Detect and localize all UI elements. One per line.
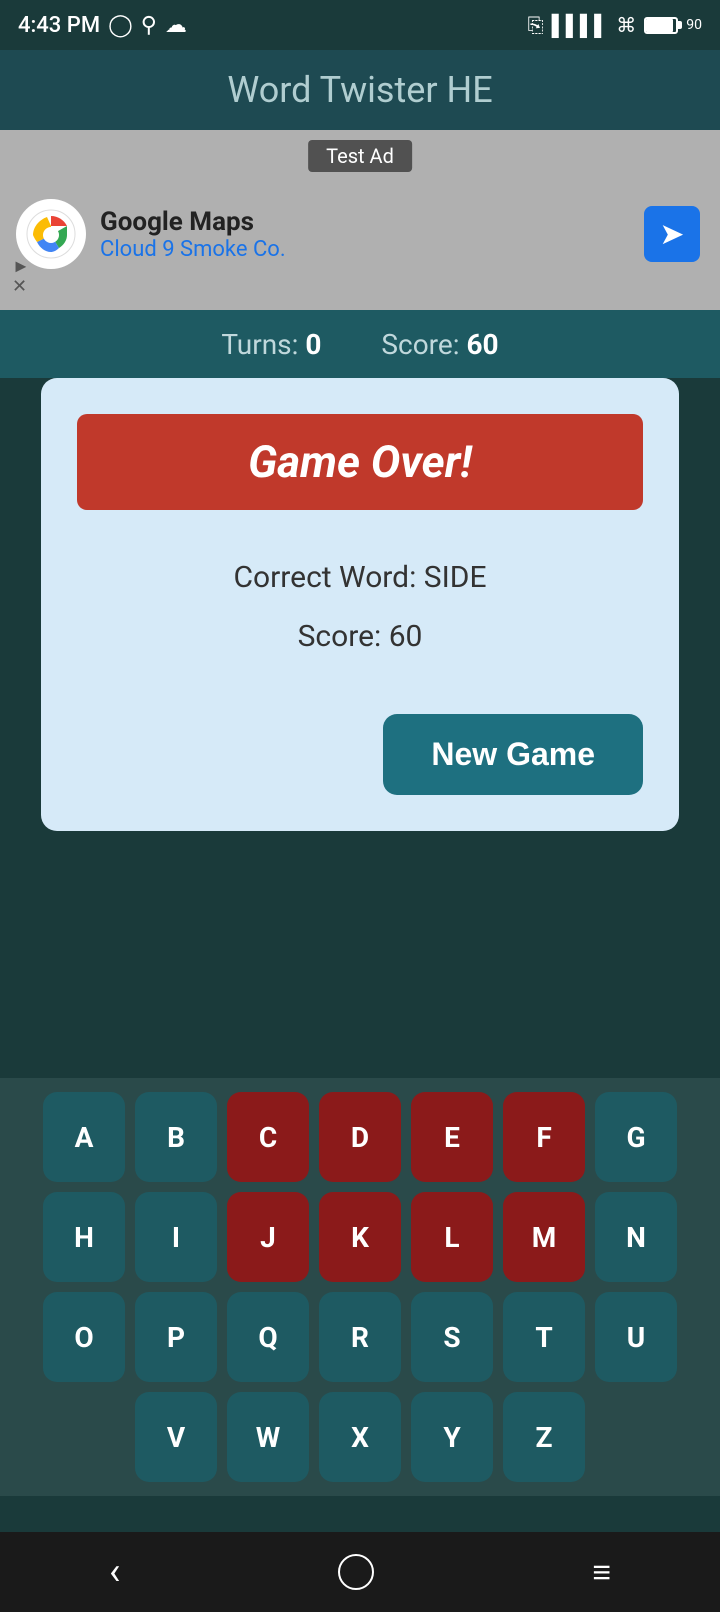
battery-icon	[644, 17, 678, 34]
key-l[interactable]: L	[411, 1192, 493, 1282]
whatsapp-icon: ◯	[108, 13, 133, 38]
modal-overlay: Game Over! Correct Word: SIDE Score: 60 …	[0, 378, 720, 1068]
key-k[interactable]: K	[319, 1192, 401, 1282]
score-display: Score: 60	[381, 328, 498, 361]
keyboard-row: HIJKLMN	[10, 1192, 710, 1282]
key-q[interactable]: Q	[227, 1292, 309, 1382]
usb-icon: ⚲	[141, 13, 157, 38]
keyboard-area: ABCDEFG HIJKLMN OPQRSTU VWXYZ	[0, 1078, 720, 1496]
game-over-banner: Game Over!	[77, 414, 643, 510]
key-m[interactable]: M	[503, 1192, 585, 1282]
key-d[interactable]: D	[319, 1092, 401, 1182]
back-button[interactable]: ‹	[109, 1550, 120, 1594]
signal-icon: ▌▌▌▌	[552, 13, 609, 38]
vibrate-icon: ⎘	[528, 13, 544, 37]
correct-word-display: Correct Word: SIDE	[233, 560, 486, 595]
ad-sub-text: Cloud 9 Smoke Co.	[100, 237, 286, 262]
keyboard-row: ABCDEFG	[10, 1092, 710, 1182]
key-x[interactable]: X	[319, 1392, 401, 1482]
key-r[interactable]: R	[319, 1292, 401, 1382]
ad-controls: ► ✕	[12, 258, 30, 296]
key-z[interactable]: Z	[503, 1392, 585, 1482]
key-y[interactable]: Y	[411, 1392, 493, 1482]
new-game-button[interactable]: New Game	[383, 714, 643, 795]
key-w[interactable]: W	[227, 1392, 309, 1482]
ad-close-icon[interactable]: ✕	[12, 278, 30, 296]
menu-button[interactable]: ≡	[592, 1553, 611, 1591]
game-over-modal: Game Over! Correct Word: SIDE Score: 60 …	[41, 378, 679, 831]
key-b[interactable]: B	[135, 1092, 217, 1182]
ad-navigate-icon[interactable]: ➤	[644, 206, 700, 262]
turns-display: Turns: 0	[221, 328, 321, 361]
battery-level: 90	[686, 17, 702, 33]
key-v[interactable]: V	[135, 1392, 217, 1482]
bottom-navigation: ‹ ≡	[0, 1532, 720, 1612]
key-t[interactable]: T	[503, 1292, 585, 1382]
final-score-display: Score: 60	[298, 619, 423, 654]
ad-banner[interactable]: Test Ad Google Maps Cloud 9 Smoke Co. ➤ …	[0, 130, 720, 310]
app-header: Word Twister HE	[0, 50, 720, 130]
key-o[interactable]: O	[43, 1292, 125, 1382]
keyboard-row: VWXYZ	[10, 1392, 710, 1482]
key-n[interactable]: N	[595, 1192, 677, 1282]
key-c[interactable]: C	[227, 1092, 309, 1182]
score-bar: Turns: 0 Score: 60	[0, 310, 720, 378]
key-i[interactable]: I	[135, 1192, 217, 1282]
wifi-icon: ⌘	[616, 13, 636, 37]
key-f[interactable]: F	[503, 1092, 585, 1182]
ad-text: Google Maps Cloud 9 Smoke Co.	[100, 207, 286, 262]
key-h[interactable]: H	[43, 1192, 125, 1282]
key-u[interactable]: U	[595, 1292, 677, 1382]
key-j[interactable]: J	[227, 1192, 309, 1282]
keyboard-row: OPQRSTU	[10, 1292, 710, 1382]
key-s[interactable]: S	[411, 1292, 493, 1382]
key-e[interactable]: E	[411, 1092, 493, 1182]
game-over-text: Game Over!	[248, 436, 472, 488]
ad-company-name: Google Maps	[100, 207, 286, 237]
time-display: 4:43 PM	[18, 13, 100, 38]
home-button[interactable]	[338, 1554, 374, 1590]
app-title: Word Twister HE	[227, 69, 492, 111]
status-bar: 4:43 PM ◯ ⚲ ☁ ⎘ ▌▌▌▌ ⌘ 90	[0, 0, 720, 50]
status-bar-left: 4:43 PM ◯ ⚲ ☁	[18, 13, 187, 38]
key-p[interactable]: P	[135, 1292, 217, 1382]
cloud-icon: ☁	[165, 13, 187, 38]
status-bar-right: ⎘ ▌▌▌▌ ⌘ 90	[528, 13, 702, 38]
key-g[interactable]: G	[595, 1092, 677, 1182]
key-a[interactable]: A	[43, 1092, 125, 1182]
ad-play-icon[interactable]: ►	[12, 258, 30, 276]
ad-label: Test Ad	[308, 140, 412, 172]
